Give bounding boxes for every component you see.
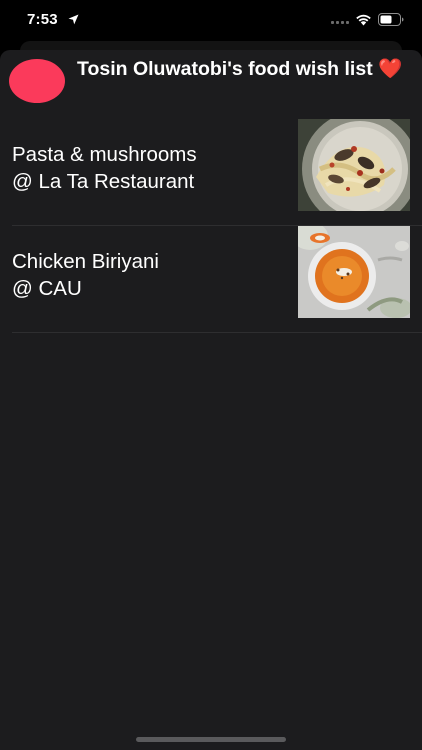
status-time: 7:53: [27, 11, 58, 28]
list-item[interactable]: Pasta & mushrooms @ La Ta Restaurant: [12, 119, 422, 226]
item-restaurant: @ La Ta Restaurant: [12, 170, 195, 193]
item-text: Chicken Biriyani @ CAU: [12, 248, 282, 302]
item-restaurant: @ CAU: [12, 277, 82, 300]
avatar[interactable]: [9, 59, 65, 103]
item-name: Pasta & mushrooms: [12, 143, 197, 166]
signal-icon: [331, 21, 349, 24]
wish-list-sheet: Tosin Oluwatobi's food wish list ❤️ Past…: [0, 50, 422, 750]
location-arrow-icon: [68, 14, 79, 25]
list-item[interactable]: Chicken Biriyani @ CAU: [12, 226, 422, 333]
soup-photo: [298, 226, 410, 318]
home-indicator[interactable]: [136, 737, 286, 742]
pasta-photo: [298, 119, 410, 211]
battery-icon: [378, 13, 404, 26]
list-header: Tosin Oluwatobi's food wish list ❤️: [9, 56, 412, 116]
wifi-icon: [356, 14, 371, 26]
food-list: Pasta & mushrooms @ La Ta Restaurant Chi…: [0, 119, 422, 333]
item-name: Chicken Biriyani: [12, 250, 159, 273]
status-bar: 7:53: [0, 0, 422, 40]
item-text: Pasta & mushrooms @ La Ta Restaurant: [12, 141, 282, 195]
screen: 7:53 Tosin Oluwatobi's food wish list ❤️: [0, 0, 422, 750]
page-title: Tosin Oluwatobi's food wish list ❤️: [77, 58, 403, 80]
